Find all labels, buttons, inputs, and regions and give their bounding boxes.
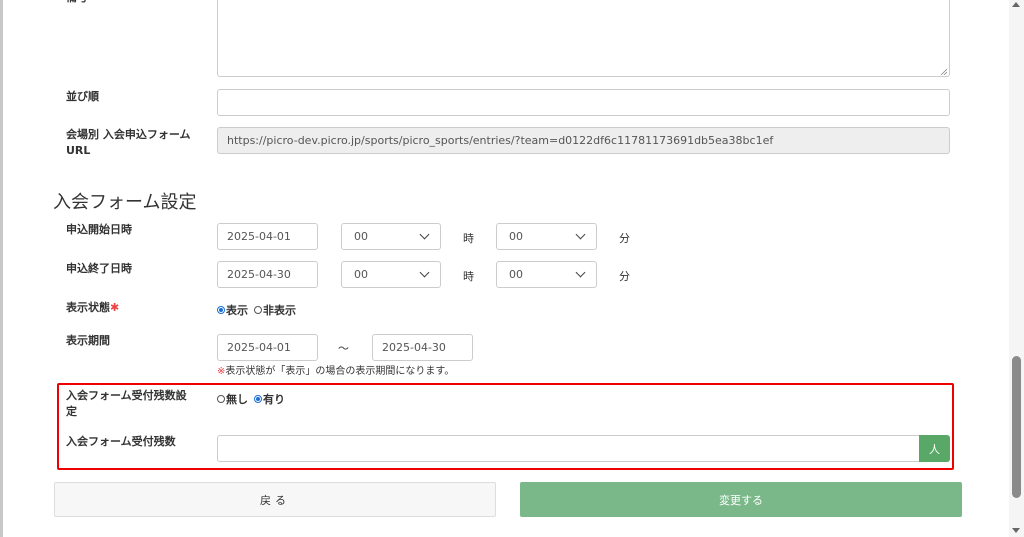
display-status-label-text: 表示状態 [66, 301, 110, 314]
remaining-setting-radio-yes[interactable] [254, 395, 262, 403]
apply-end-date-input[interactable]: 2025-04-30 [217, 261, 318, 288]
apply-end-minute-value: 00 [509, 268, 523, 281]
apply-start-minute-value: 00 [509, 230, 523, 243]
display-period-separator: 〜 [338, 342, 349, 355]
apply-end-minute-select[interactable]: 00 [496, 261, 597, 288]
resize-grip-icon[interactable] [940, 68, 947, 75]
apply-end-hour-value: 00 [354, 268, 368, 281]
remaining-count-input[interactable] [217, 435, 921, 462]
notes-label: 備考 [66, 0, 88, 6]
display-period-note: ※表示状態が「表示」の場合の表示期間になります。 [217, 362, 454, 377]
display-status-radio-group: 表示 非表示 [217, 302, 302, 318]
apply-end-hour-select[interactable]: 00 [341, 261, 441, 288]
remaining-setting-radio-group: 無し 有り [217, 391, 291, 407]
remaining-setting-option-none[interactable]: 無し [226, 391, 248, 407]
remaining-count-unit-addon: 人 [919, 435, 950, 462]
display-period-start-input[interactable]: 2025-04-01 [217, 334, 318, 361]
chevron-down-icon [419, 267, 430, 278]
display-status-radio-hide[interactable] [254, 306, 262, 314]
remaining-setting-radio-none[interactable] [217, 395, 225, 403]
remaining-count-label: 入会フォーム受付残数 [66, 435, 176, 448]
sort-order-input[interactable] [217, 89, 950, 116]
venue-url-label-line2: URL [66, 144, 91, 157]
apply-start-hour-unit: 時 [463, 232, 474, 245]
remaining-setting-label-line2: 定 [66, 405, 77, 418]
apply-start-minute-select[interactable]: 00 [496, 223, 597, 250]
back-button[interactable]: 戻る [54, 482, 496, 517]
scroll-down-arrow-icon[interactable] [1012, 528, 1020, 533]
venue-url-field[interactable]: https://picro-dev.picro.jp/sports/picro_… [217, 127, 950, 154]
scrollbar-thumb[interactable] [1012, 356, 1021, 498]
chevron-down-icon [575, 267, 586, 278]
apply-start-date-input[interactable]: 2025-04-01 [217, 223, 318, 250]
display-status-radio-show[interactable] [217, 306, 225, 314]
section-title: 入会フォーム設定 [53, 192, 197, 213]
remaining-setting-label-line1: 入会フォーム受付残数設 [66, 389, 187, 402]
venue-url-label: 会場別 入会申込フォーム URL [66, 127, 191, 159]
apply-start-hour-value: 00 [354, 230, 368, 243]
scroll-up-arrow-icon[interactable] [1012, 2, 1020, 7]
submit-button[interactable]: 変更する [520, 482, 962, 517]
display-status-option-hide[interactable]: 非表示 [263, 302, 296, 318]
remaining-setting-label: 入会フォーム受付残数設 定 [66, 388, 187, 420]
chevron-down-icon [419, 229, 430, 240]
venue-url-label-line1: 会場別 入会申込フォーム [66, 128, 191, 141]
apply-end-hour-unit: 時 [463, 270, 474, 283]
notes-textarea[interactable] [217, 0, 950, 77]
apply-start-minute-unit: 分 [619, 232, 630, 245]
display-status-label: 表示状態✱ [66, 300, 119, 316]
remaining-setting-option-yes[interactable]: 有り [263, 391, 285, 407]
display-status-option-show[interactable]: 表示 [226, 302, 248, 318]
apply-end-label: 申込終了日時 [66, 262, 132, 275]
display-period-label: 表示期間 [66, 334, 110, 347]
apply-end-minute-unit: 分 [619, 270, 630, 283]
required-mark: ✱ [110, 301, 120, 314]
window-left-border [0, 0, 3, 537]
apply-start-label: 申込開始日時 [66, 223, 132, 236]
sort-order-label: 並び順 [66, 90, 99, 103]
chevron-down-icon [575, 229, 586, 240]
apply-start-hour-select[interactable]: 00 [341, 223, 441, 250]
note-text: 表示状態が「表示」の場合の表示期間になります。 [225, 366, 455, 377]
display-period-end-input[interactable]: 2025-04-30 [372, 334, 473, 361]
